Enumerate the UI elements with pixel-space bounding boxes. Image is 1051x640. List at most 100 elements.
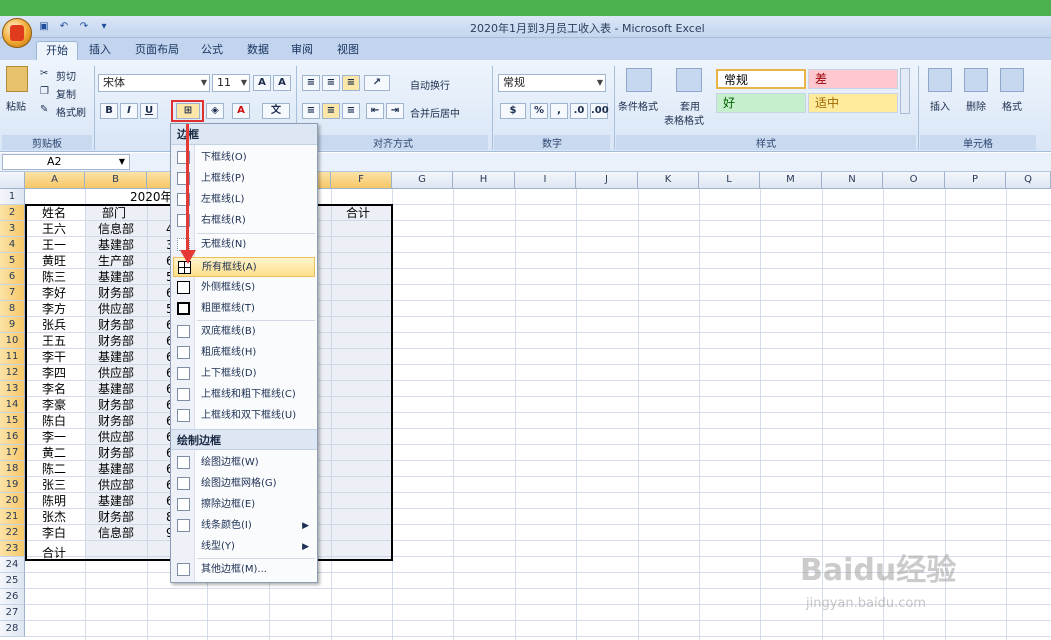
styles-scroll[interactable]	[900, 68, 910, 114]
shrink-font-icon[interactable]: A	[273, 75, 291, 91]
row-header[interactable]: 27	[0, 605, 25, 621]
table-format-label-1[interactable]: 套用	[680, 98, 700, 113]
column-header-g[interactable]: G	[392, 172, 453, 189]
conditional-format-button[interactable]: 条件格式	[618, 98, 658, 113]
bold-button[interactable]: B	[100, 103, 118, 119]
table-format-label-2[interactable]: 表格格式	[664, 112, 704, 127]
align-left-icon[interactable]: ≡	[302, 103, 320, 119]
align-bottom-icon[interactable]: ≡	[342, 75, 360, 91]
row-header[interactable]: 16	[0, 429, 25, 445]
column-header-f[interactable]: F	[331, 172, 392, 189]
tab-view[interactable]: 视图	[330, 41, 366, 60]
name-box[interactable]: A2 ▼	[2, 154, 130, 170]
office-button[interactable]	[2, 18, 32, 48]
comma-button[interactable]: ,	[550, 103, 568, 119]
menu-item-outside-borders[interactable]: 外侧框线(S)	[173, 278, 315, 298]
menu-item-right-border[interactable]: 右框线(R)	[173, 211, 315, 231]
menu-item-line-color[interactable]: 线条颜色(I) ▶	[173, 516, 315, 536]
row-header[interactable]: 25	[0, 573, 25, 589]
row-header[interactable]: 28	[0, 621, 25, 637]
column-header-i[interactable]: I	[515, 172, 576, 189]
grow-font-icon[interactable]: A	[253, 75, 271, 91]
column-header-j[interactable]: J	[576, 172, 638, 189]
customize-qat-icon[interactable]: ▾	[96, 20, 112, 34]
row-header[interactable]: 26	[0, 589, 25, 605]
align-top-icon[interactable]: ≡	[302, 75, 320, 91]
decrease-indent-icon[interactable]: ⇤	[366, 103, 384, 119]
row-header[interactable]: 22	[0, 525, 25, 541]
row-header[interactable]: 11	[0, 349, 25, 365]
number-format-combo[interactable]: 常规 ▼	[498, 74, 606, 92]
format-painter-button[interactable]: 格式刷	[56, 104, 86, 119]
row-header[interactable]: 6	[0, 269, 25, 285]
row-header[interactable]: 23	[0, 541, 25, 557]
italic-button[interactable]: I	[120, 103, 138, 119]
menu-item-top-bottom[interactable]: 上下框线(D)	[173, 364, 315, 384]
undo-icon[interactable]: ↶	[56, 20, 72, 34]
font-name-combo[interactable]: 宋体 ▼	[98, 74, 210, 92]
underline-button[interactable]: U	[140, 103, 158, 119]
wrap-text-button[interactable]: 自动换行	[410, 77, 450, 92]
row-header[interactable]: 9	[0, 317, 25, 333]
align-middle-icon[interactable]: ≡	[322, 75, 340, 91]
menu-item-top-border[interactable]: 上框线(P)	[173, 169, 315, 189]
paste-button[interactable]: 粘贴	[6, 98, 26, 113]
menu-item-double-bottom[interactable]: 双底框线(B)	[173, 322, 315, 342]
style-neutral[interactable]: 适中	[808, 93, 898, 113]
row-header[interactable]: 19	[0, 477, 25, 493]
tab-page-layout[interactable]: 页面布局	[128, 41, 186, 60]
insert-cells-icon[interactable]	[928, 68, 952, 92]
column-header-n[interactable]: N	[822, 172, 883, 189]
copy-button[interactable]: 复制	[56, 86, 76, 101]
menu-item-bottom-border[interactable]: 下框线(O)	[173, 148, 315, 168]
row-header[interactable]: 21	[0, 509, 25, 525]
row-header[interactable]: 12	[0, 365, 25, 381]
row-header[interactable]: 20	[0, 493, 25, 509]
menu-item-top-thick-bottom[interactable]: 上框线和粗下框线(C)	[173, 385, 315, 405]
style-normal[interactable]: 常规	[716, 69, 806, 89]
column-header-a[interactable]: A	[25, 172, 85, 189]
row-header[interactable]: 8	[0, 301, 25, 317]
row-header[interactable]: 24	[0, 557, 25, 573]
table-format-icon[interactable]	[676, 68, 702, 92]
tab-formulas[interactable]: 公式	[194, 41, 230, 60]
align-right-icon[interactable]: ≡	[342, 103, 360, 119]
menu-item-draw-border-grid[interactable]: 绘图边框网格(G)	[173, 474, 315, 494]
column-header-q[interactable]: Q	[1006, 172, 1051, 189]
menu-item-erase-border[interactable]: 擦除边框(E)	[173, 495, 315, 515]
align-center-icon[interactable]: ≡	[322, 103, 340, 119]
cut-button[interactable]: 剪切	[56, 68, 76, 83]
delete-cells-button[interactable]: 删除	[966, 98, 986, 113]
row-header[interactable]: 4	[0, 237, 25, 253]
style-good[interactable]: 好	[716, 93, 806, 113]
row-header[interactable]: 10	[0, 333, 25, 349]
tab-home[interactable]: 开始	[36, 41, 78, 60]
delete-cells-icon[interactable]	[964, 68, 988, 92]
insert-cells-button[interactable]: 插入	[930, 98, 950, 113]
menu-item-thick-box-border[interactable]: 粗匣框线(T)	[173, 299, 315, 319]
column-header-p[interactable]: P	[945, 172, 1006, 189]
menu-item-line-style[interactable]: 线型(Y) ▶	[173, 537, 315, 557]
merge-center-button[interactable]: 合并后居中	[410, 105, 460, 120]
row-header[interactable]: 15	[0, 413, 25, 429]
column-header-l[interactable]: L	[699, 172, 760, 189]
font-size-combo[interactable]: 11 ▼	[212, 74, 250, 92]
menu-item-thick-bottom[interactable]: 粗底框线(H)	[173, 343, 315, 363]
row-header[interactable]: 14	[0, 397, 25, 413]
column-header-k[interactable]: K	[638, 172, 699, 189]
phonetic-icon[interactable]: 文	[262, 103, 290, 119]
conditional-format-icon[interactable]	[626, 68, 652, 92]
increase-indent-icon[interactable]: ⇥	[386, 103, 404, 119]
percent-button[interactable]: %	[530, 103, 548, 119]
column-header-m[interactable]: M	[760, 172, 822, 189]
menu-item-left-border[interactable]: 左框线(L)	[173, 190, 315, 210]
row-header[interactable]: 18	[0, 461, 25, 477]
row-header[interactable]: 13	[0, 381, 25, 397]
row-header[interactable]: 7	[0, 285, 25, 301]
orientation-icon[interactable]: ↗	[364, 75, 390, 91]
select-all-corner[interactable]	[0, 172, 25, 189]
row-header[interactable]: 17	[0, 445, 25, 461]
style-bad[interactable]: 差	[808, 69, 898, 89]
column-header-o[interactable]: O	[883, 172, 945, 189]
decrease-decimal-icon[interactable]: .00	[590, 103, 609, 119]
